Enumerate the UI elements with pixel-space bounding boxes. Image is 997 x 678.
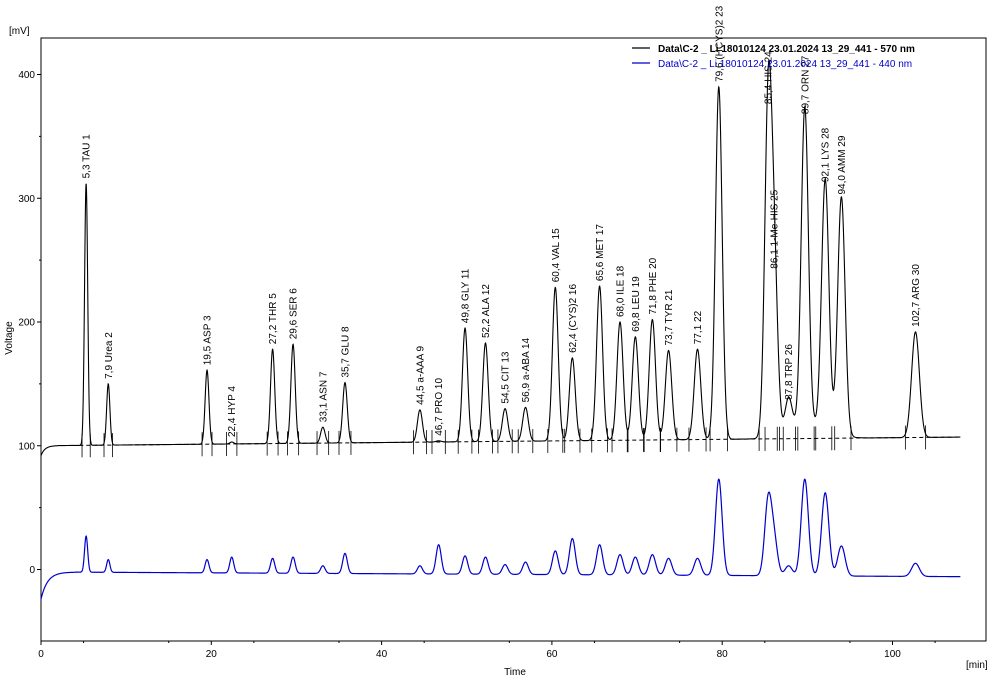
y-unit-label: [mV] xyxy=(9,26,30,37)
plot-frame xyxy=(40,37,987,642)
peak-label: 87,8 TRP 26 xyxy=(784,344,795,400)
trace-440nm xyxy=(40,478,961,600)
peak-label: 62,4 (CYS)2 16 xyxy=(568,284,579,353)
peak-label: 86,1 1-Me-HIS 25 xyxy=(770,189,781,268)
peak-label: 68,0 ILE 18 xyxy=(616,265,627,317)
x-tick-label: 80 xyxy=(717,649,729,660)
y-axis-title: Voltage xyxy=(4,321,15,355)
peak-label: 94,0 AMM 29 xyxy=(837,135,848,194)
x-tick-label: 20 xyxy=(206,649,218,660)
peak-label: 92,1 LYS 28 xyxy=(821,127,832,182)
y-tick-label: 0 xyxy=(29,565,35,576)
peak-label: 54,5 CIT 13 xyxy=(501,351,512,404)
peak-label: 102,7 ARG 30 xyxy=(911,264,922,327)
x-tick-label: 100 xyxy=(884,649,901,660)
peak-label: 33,1 ASN 7 xyxy=(318,371,329,422)
peak-label: 69,8 LEU 19 xyxy=(631,276,642,332)
y-tick-label: 200 xyxy=(18,318,35,329)
peak-label: 71,8 PHE 20 xyxy=(648,257,659,314)
y-tick-label: 300 xyxy=(18,194,35,205)
peak-label: 22,4 HYP 4 xyxy=(227,386,238,437)
peak-markers-group xyxy=(81,425,927,458)
peak-label: 46,7 PRO 10 xyxy=(434,378,445,436)
legend-entry-570nm: Data\C-2 _ Li 18010124 23.01.2024 13_29_… xyxy=(658,44,915,55)
peak-label: 49,8 GLY 11 xyxy=(461,268,472,323)
peak-label: 65,6 MET 17 xyxy=(595,224,606,282)
peak-label: 56,9 a-ABA 14 xyxy=(521,337,532,402)
y-tick-label: 100 xyxy=(18,441,35,452)
peak-label: 5,3 TAU 1 xyxy=(82,134,93,179)
x-unit-label: [min] xyxy=(966,660,988,671)
chromatogram-chart: 0 20 40 60 80 100 0 100 200 300 400 5,3 TAU 1 7,9 U… xyxy=(0,0,997,678)
x-tick-label: 60 xyxy=(546,649,558,660)
peak-label: 44,5 a-AAA 9 xyxy=(415,346,426,405)
x-axis-title: Time xyxy=(504,667,526,678)
peak-label: 35,7 GLU 8 xyxy=(341,326,352,378)
y-tick-label: 400 xyxy=(18,70,35,81)
peak-label: 73,7 TYR 21 xyxy=(664,289,675,345)
peak-label: 52,2 ALA 12 xyxy=(481,284,492,338)
chromatogram-svg: 0 20 40 60 80 100 0 100 200 300 400 5,3 TAU 1 7,9 U… xyxy=(4,5,988,678)
axes-group: 0 20 40 60 80 100 0 100 200 300 400 xyxy=(18,70,936,660)
x-tick-label: 0 xyxy=(38,649,44,660)
peak-label: 19,5 ASP 3 xyxy=(203,315,214,365)
legend-entry-440nm: Data\C-2 _ Li 18010124 23.01.2024 13_29_… xyxy=(658,59,912,70)
peak-label: 77,1 22 xyxy=(693,310,704,344)
peak-label: 27,2 THR 5 xyxy=(268,293,279,344)
peak-label: 29,6 SER 6 xyxy=(289,288,300,340)
peak-label: 60,4 VAL 15 xyxy=(551,228,562,282)
x-tick-label: 40 xyxy=(376,649,388,660)
peak-label: 7,9 Urea 2 xyxy=(104,332,115,379)
